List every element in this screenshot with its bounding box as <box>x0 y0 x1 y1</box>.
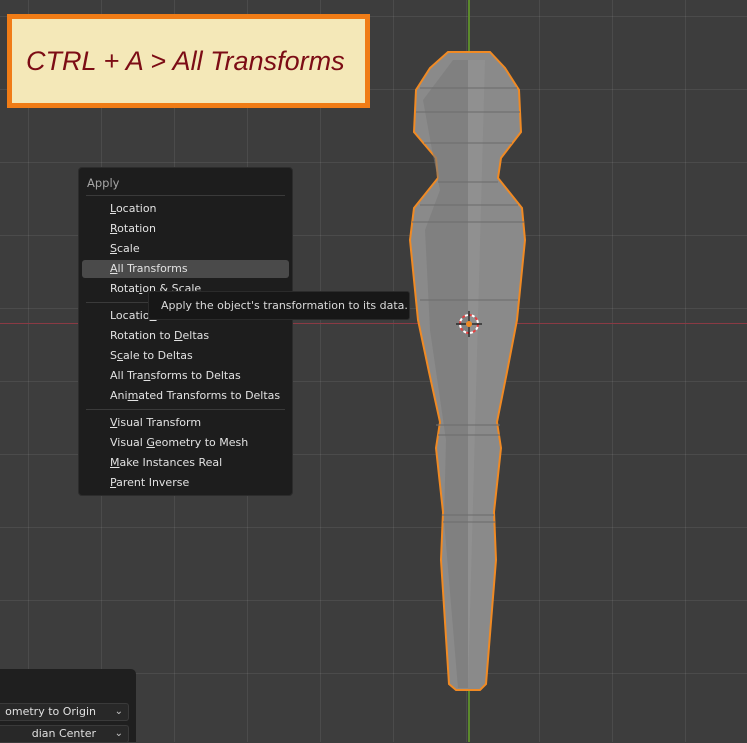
dropdown-value: ometry to Origin <box>5 705 96 718</box>
menu-item-parent-inverse[interactable]: Parent Inverse <box>82 474 289 492</box>
dropdown-value: dian Center <box>31 727 96 740</box>
operator-panel: ometry to Origin ⌄ dian Center ⌄ <box>0 669 136 743</box>
menu-item-visual-geometry-to-mesh[interactable]: Visual Geometry to Mesh <box>82 434 289 452</box>
menu-item-scale-to-deltas[interactable]: Scale to Deltas <box>82 347 289 365</box>
chevron-down-icon: ⌄ <box>114 728 123 739</box>
callout-text: CTRL + A > All Transforms <box>26 45 345 76</box>
center-dropdown[interactable]: dian Center ⌄ <box>0 725 129 743</box>
origin-type-dropdown[interactable]: ometry to Origin ⌄ <box>0 703 129 721</box>
menu-separator <box>86 409 285 410</box>
tooltip: Apply the object's transformation to its… <box>148 291 410 320</box>
menu-item-location[interactable]: Location <box>82 200 289 218</box>
apply-menu: Apply Location Rotation Scale All Transf… <box>78 167 293 496</box>
menu-item-all-transforms-to-deltas[interactable]: All Transforms to Deltas <box>82 367 289 385</box>
menu-item-visual-transform[interactable]: Visual Transform <box>82 414 289 432</box>
menu-item-scale[interactable]: Scale <box>82 240 289 258</box>
shortcut-callout: CTRL + A > All Transforms <box>7 14 370 108</box>
menu-item-animated-transforms-to-deltas[interactable]: Animated Transforms to Deltas <box>82 387 289 405</box>
menu-item-rotation[interactable]: Rotation <box>82 220 289 238</box>
menu-item-make-instances-real[interactable]: Make Instances Real <box>82 454 289 472</box>
3d-cursor-icon[interactable] <box>456 311 482 337</box>
menu-title: Apply <box>87 176 120 190</box>
menu-item-all-transforms[interactable]: All Transforms <box>82 260 289 278</box>
menu-item-rotation-to-deltas[interactable]: Rotation to Deltas <box>82 327 289 345</box>
tooltip-text: Apply the object's transformation to its… <box>161 299 408 312</box>
chevron-down-icon: ⌄ <box>114 706 123 717</box>
menu-separator <box>86 195 285 196</box>
